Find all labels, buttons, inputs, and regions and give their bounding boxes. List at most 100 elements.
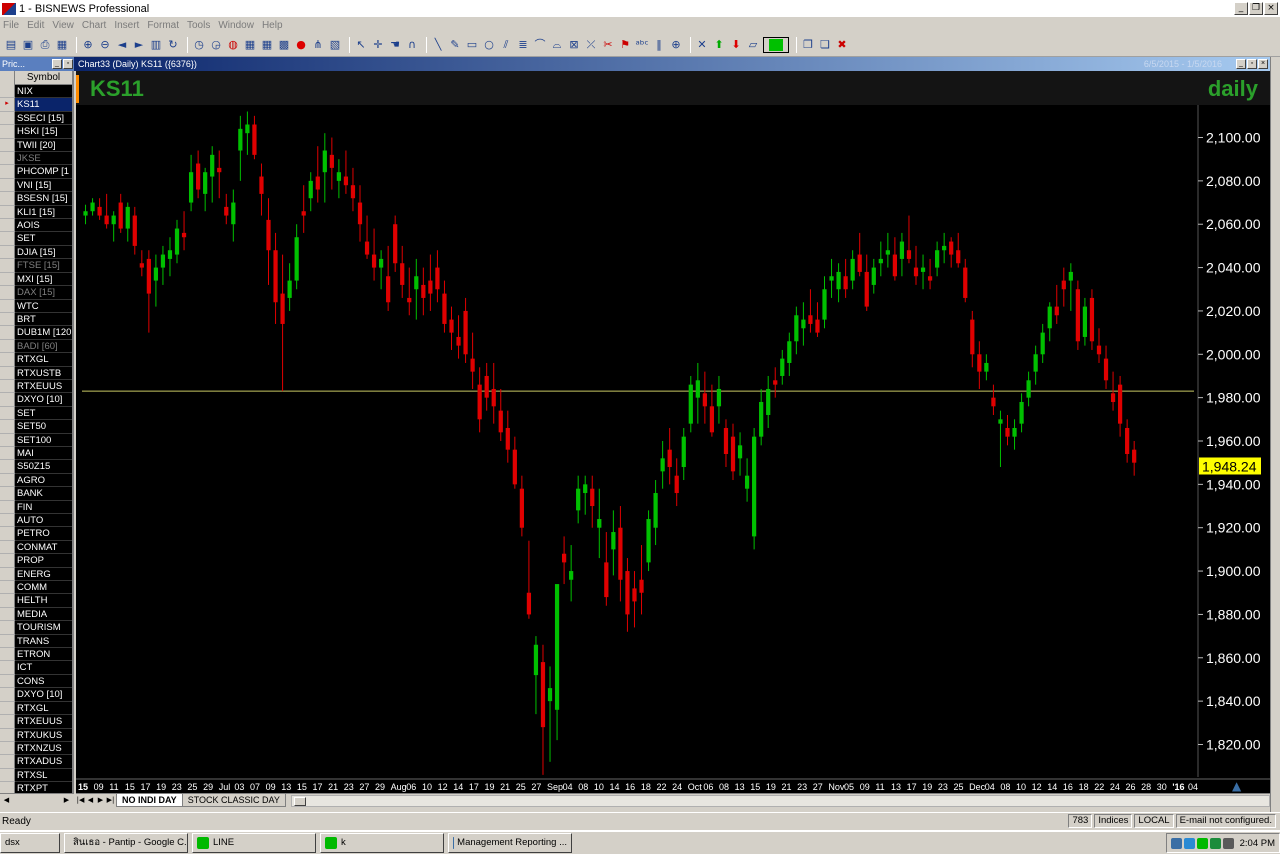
candle-body[interactable]: [273, 250, 278, 303]
candle-body[interactable]: [231, 202, 236, 225]
candle-body[interactable]: [132, 215, 137, 246]
candle-body[interactable]: [533, 644, 539, 676]
candle-body[interactable]: [104, 215, 109, 225]
arc-icon[interactable]: ⌓: [550, 38, 564, 52]
candle-body[interactable]: [160, 254, 166, 268]
symbol-name[interactable]: SET50: [15, 420, 72, 434]
cascade-icon[interactable]: ❐: [801, 38, 815, 52]
candle-body[interactable]: [913, 267, 919, 277]
symbol-name[interactable]: MAI: [15, 446, 72, 461]
symbol-panel-scrollbar[interactable]: ◀ ▶: [0, 793, 74, 807]
candle-body[interactable]: [554, 584, 560, 710]
symbol-name[interactable]: MXI [15]: [15, 272, 72, 287]
taskbar-item[interactable]: LINE: [192, 833, 316, 853]
symbol-row[interactable]: NIX: [0, 85, 72, 99]
symbol-row[interactable]: SET50: [0, 420, 72, 434]
symbol-name[interactable]: BANK: [15, 487, 72, 501]
scrollbar-thumb[interactable]: [293, 796, 306, 806]
crosshair-icon[interactable]: ✛: [371, 38, 385, 52]
candle-body[interactable]: [379, 258, 384, 268]
symbol-row[interactable]: FTSE [15]: [0, 259, 72, 273]
symbol-row[interactable]: RTXUSTB: [0, 366, 72, 380]
candle-body[interactable]: [1033, 354, 1038, 372]
candle-body[interactable]: [125, 206, 130, 229]
pan-right-icon[interactable]: ►: [132, 38, 146, 52]
candle-body[interactable]: [428, 280, 433, 294]
symbol-name[interactable]: SET100: [15, 433, 72, 447]
symbol-row[interactable]: SET100: [0, 433, 72, 447]
candle-body[interactable]: [336, 172, 341, 181]
tab-prev-icon[interactable]: ◀: [86, 795, 95, 806]
symbol-name[interactable]: RTXEUUS: [15, 715, 72, 729]
symbol-row[interactable]: RTXUKUS: [0, 728, 72, 742]
symbol-name[interactable]: DXYO [10]: [15, 688, 72, 702]
candle-body[interactable]: [1040, 332, 1045, 355]
menu-window[interactable]: Window: [218, 20, 254, 31]
candle-body[interactable]: [400, 263, 405, 285]
tab-no-indi-day[interactable]: NO INDI DAY: [116, 794, 183, 807]
candle-body[interactable]: [414, 276, 419, 290]
candle-body[interactable]: [822, 289, 827, 320]
candle-body[interactable]: [632, 588, 637, 602]
grid2-icon[interactable]: ▩: [277, 38, 291, 52]
fib-icon[interactable]: ≣: [516, 38, 530, 52]
globe-icon[interactable]: ◍: [226, 38, 240, 52]
candle-body[interactable]: [259, 176, 264, 194]
symbol-row[interactable]: DXYO [10]: [0, 393, 72, 407]
symbol-name[interactable]: KLI1 [15]: [15, 205, 72, 220]
candle-body[interactable]: [1096, 345, 1102, 355]
menu-format[interactable]: Format: [147, 20, 179, 31]
tab-first-icon[interactable]: |◀: [76, 795, 85, 806]
symbol-row[interactable]: BANK: [0, 487, 72, 501]
candle-body[interactable]: [935, 250, 940, 268]
chart-area[interactable]: KS11 daily 2,100.00 2,080.00 2,060.00 2,040…: [76, 71, 1270, 793]
candle-body[interactable]: [540, 662, 546, 728]
symbol-row[interactable]: RTXEUUS: [0, 379, 72, 394]
candle-body[interactable]: [730, 436, 736, 472]
candle-body[interactable]: [1110, 393, 1116, 402]
symbol-row[interactable]: MEDIA: [0, 607, 72, 622]
candle-body[interactable]: [864, 271, 869, 307]
candle-body[interactable]: [386, 276, 391, 303]
candle-body[interactable]: [153, 267, 159, 281]
candle-body[interactable]: [688, 384, 693, 424]
candle-body[interactable]: [920, 267, 926, 272]
candle-body[interactable]: [899, 241, 905, 259]
chart-horizontal-scrollbar[interactable]: [290, 794, 1270, 807]
symbol-row[interactable]: KLI1 [15]: [0, 205, 72, 220]
candle-body[interactable]: [942, 245, 947, 251]
target-icon[interactable]: ⊕: [669, 38, 683, 52]
candle-body[interactable]: [1019, 401, 1024, 424]
candle-body[interactable]: [991, 397, 996, 407]
candle-body[interactable]: [597, 519, 602, 528]
symbol-row[interactable]: DUB1M [120: [0, 326, 72, 340]
symbol-row[interactable]: TWII [20]: [0, 138, 72, 153]
candle-body[interactable]: [590, 488, 595, 507]
menu-edit[interactable]: Edit: [27, 20, 44, 31]
candle-body[interactable]: [604, 562, 609, 598]
candle-body[interactable]: [857, 254, 862, 272]
symbol-row[interactable]: AUTO: [0, 514, 72, 528]
pattern-icon[interactable]: ⊠: [567, 38, 581, 52]
zoom-out-icon[interactable]: ⊖: [98, 38, 112, 52]
candlestick-chart[interactable]: 2,100.00 2,080.00 2,060.00 2,040.00 2,020.00…: [76, 71, 1270, 793]
restore-button[interactable]: ❐: [1249, 2, 1263, 15]
candle-body[interactable]: [773, 380, 778, 385]
candle-body[interactable]: [203, 172, 208, 194]
close-button[interactable]: ×: [1264, 2, 1278, 15]
candle-body[interactable]: [470, 358, 475, 372]
candle-body[interactable]: [1132, 449, 1137, 463]
symbol-name[interactable]: RTXEUUS: [15, 379, 72, 394]
candle-body[interactable]: [766, 388, 771, 415]
candle-body[interactable]: [1026, 380, 1031, 398]
candle-body[interactable]: [1125, 427, 1130, 455]
symbol-name[interactable]: WTC: [15, 299, 72, 313]
chart-minimize-button[interactable]: _: [1236, 59, 1246, 69]
color-picker-icon[interactable]: [763, 36, 789, 53]
save-icon[interactable]: ▣: [21, 38, 35, 52]
symbol-name[interactable]: PHCOMP [1: [15, 165, 72, 179]
candle-body[interactable]: [210, 154, 215, 177]
keyboard-lang-icon[interactable]: [1170, 837, 1182, 849]
candle-body[interactable]: [963, 267, 968, 298]
tab-last-icon[interactable]: ▶|: [106, 795, 115, 806]
